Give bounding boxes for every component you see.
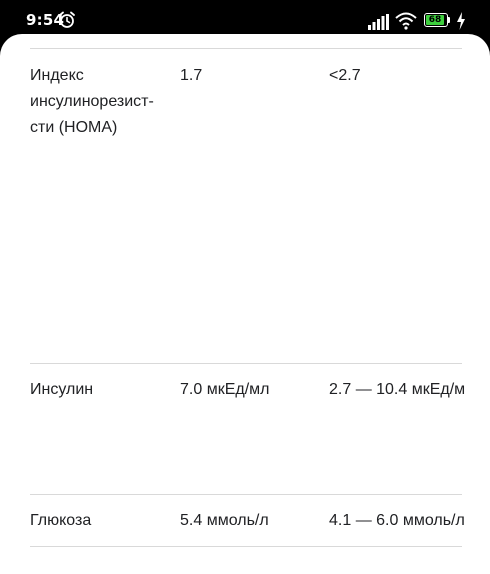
row-glucose-reference: 4.1 — 6.0 ммоль/л [329,512,465,529]
row-homa-value: 1.7 [180,67,203,84]
table-divider [30,363,462,364]
table-divider [30,494,462,495]
table-divider [30,546,462,547]
alarm-clock-icon [59,11,75,28]
row-insulin-reference: 2.7 — 10.4 мкЕд/м [329,381,466,398]
cellular-signal-icon [368,14,389,30]
row-insulin-value: 7.0 мкЕд/мл [180,381,270,398]
row-glucose-value: 5.4 ммоль/л [180,512,269,529]
row-insulin-name: Инсулин [30,381,94,398]
battery-level: 68 [428,15,442,25]
row-homa-name: Индекс инсулинорезист-сти (HOMA) [30,67,154,136]
table-divider [30,48,462,49]
row-glucose-name: Глюкоза [30,512,92,529]
charging-bolt-icon [457,12,465,30]
battery-icon: 68 [424,13,454,29]
row-homa-reference: <2.7 [329,67,361,84]
wifi-icon [395,12,417,30]
results-sheet: Индекс инсулинорезист-сти (HOMA) 1.7 <2.… [0,34,490,574]
